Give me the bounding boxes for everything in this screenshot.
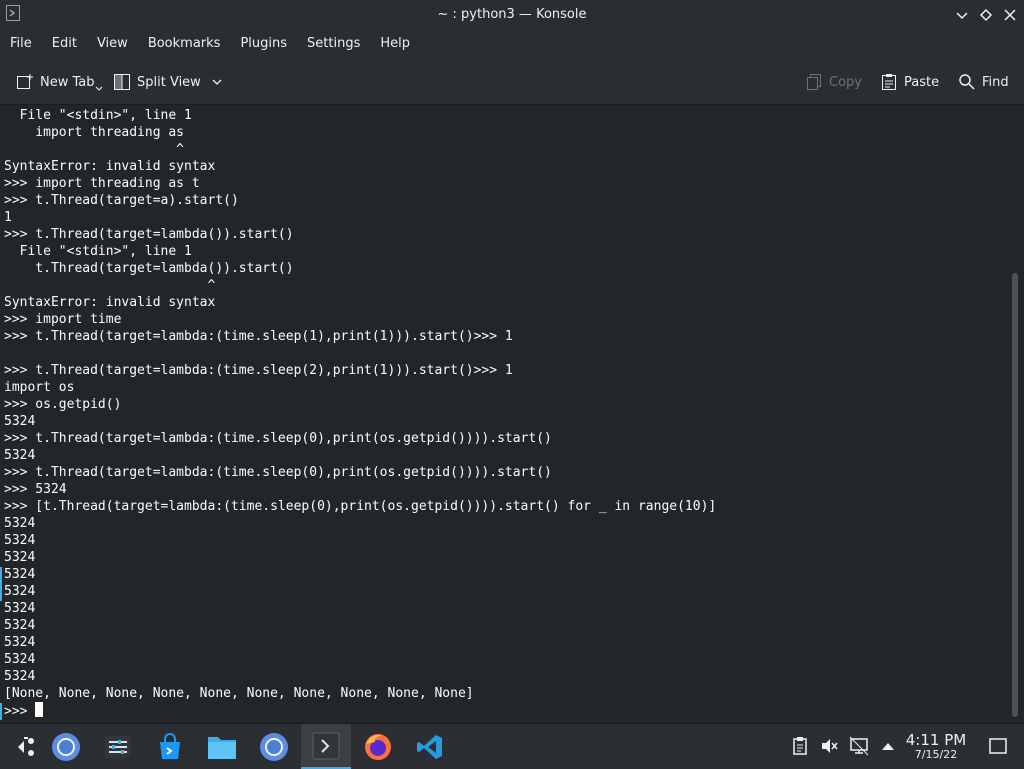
terminal-line: >>> 5324 [4,482,67,497]
terminal-line: 5324 [4,669,36,684]
terminal-line: >>> t.Thread(target=lambda:(time.sleep(2… [4,363,513,378]
maximize-button[interactable] [978,7,994,23]
task-chromium[interactable] [249,724,299,769]
task-konsole[interactable] [301,724,351,769]
chromium-icon [260,732,288,761]
terminal-line: [None, None, None, None, None, None, Non… [4,686,474,701]
settings-icon [105,735,131,758]
task-vscode[interactable] [405,724,455,769]
task-chromium[interactable] [41,724,91,769]
terminal-icon [312,732,340,759]
firefox-icon [365,733,391,760]
close-button[interactable] [1002,7,1018,23]
split-view-button[interactable]: Split View [113,67,229,97]
terminal-line: SyntaxError: invalid syntax [4,159,216,174]
terminal-line: >>> import time [4,312,122,327]
terminal-line: 5324 [4,550,36,565]
task-system-settings[interactable] [93,724,143,769]
store-bag-icon [160,732,180,759]
folder-icon [208,736,236,759]
copy-button[interactable]: Copy [805,67,862,97]
terminal-line: >>> os.getpid() [4,397,122,412]
chevron-down-icon [212,79,222,85]
show-desktop-icon[interactable] [988,736,1008,756]
new-tab-label: New Tab [40,74,95,90]
menu-view[interactable]: View [87,29,138,59]
vscode-icon [417,734,442,759]
terminal-view[interactable]: File "<stdin>", line 1 import threading … [0,105,1008,723]
clock-date[interactable]: 7/15/22 [900,748,972,761]
terminal-line: 5324 [4,567,36,582]
chevron-down-icon [95,86,102,91]
terminal-line: 1 [4,210,12,225]
paste-button[interactable]: Paste [880,67,939,97]
terminal-line: 5324 [4,584,36,599]
split-view-icon [114,74,130,90]
menu-settings[interactable]: Settings [297,29,370,59]
chromium-icon [52,732,80,761]
terminal-line: 5324 [4,448,36,463]
terminal-line: SyntaxError: invalid syntax [4,295,216,310]
terminal-line: >>> import threading as t [4,176,200,191]
terminal-line: 5324 [4,516,36,531]
terminal-prompt: >>> [4,704,36,719]
new-tab-button[interactable]: New Tab [16,67,109,97]
terminal-line: 5324 [4,414,36,429]
terminal-line: 5324 [4,635,36,650]
title-bar: ~ : python3 — Konsole [0,0,1024,29]
terminal-line: >>> t.Thread(target=lambda:(time.sleep(0… [4,465,552,480]
terminal-line: import os [4,380,75,395]
find-button[interactable]: Find [958,67,1009,97]
task-firefox[interactable] [353,724,403,769]
split-view-label: Split View [137,74,201,90]
menu-plugins[interactable]: Plugins [230,29,297,59]
launcher-icon [18,736,34,756]
volume-muted-icon[interactable] [819,736,839,756]
clock-time[interactable]: 4:11 PM [900,731,972,749]
terminal-line: import threading as [4,125,185,140]
terminal-line: >>> t.Thread(target=a).start() [4,193,239,208]
window-title: ~ : python3 — Konsole [437,7,587,22]
paste-label: Paste [904,74,940,90]
task-discover-store[interactable] [145,724,195,769]
terminal-line: t.Thread(target=lambda()).start() [4,261,294,276]
taskbar [0,723,1024,769]
terminal-line: >>> t.Thread(target=lambda:(time.sleep(1… [4,329,513,344]
search-icon [959,74,975,90]
terminal-output: File "<stdin>", line 1 import threading … [4,107,716,720]
terminal-line: >>> t.Thread(target=lambda()).start() [4,227,294,242]
menu-bookmarks[interactable]: Bookmarks [138,29,231,59]
network-icon[interactable] [849,736,869,756]
text-cursor [35,702,44,717]
menu-help[interactable]: Help [370,29,420,59]
terminal-line: ^ [4,142,185,157]
toolbar: New Tab Split View Copy Paste Find [0,59,1024,105]
copy-label: Copy [829,74,862,90]
terminal-scrollbar[interactable] [1008,105,1024,723]
menu-bar: File Edit View Bookmarks Plugins Setting… [0,29,1024,59]
terminal-line: 5324 [4,618,36,633]
terminal-line: 5324 [4,601,36,616]
copy-icon [807,74,821,90]
menu-edit[interactable]: Edit [42,29,87,59]
terminal-line: 5324 [4,652,36,667]
minimize-button[interactable] [954,7,970,23]
scrollbar-thumb[interactable] [1012,273,1018,717]
find-label: Find [982,74,1009,90]
new-tab-icon [17,74,33,89]
paste-icon [882,74,896,90]
menu-file[interactable]: File [0,29,42,59]
terminal-line: File "<stdin>", line 1 [4,108,192,123]
terminal-line: ^ [4,278,216,293]
clipboard-icon[interactable] [790,736,810,756]
show-hidden-icons-arrow[interactable] [878,736,898,756]
highlight-marker [0,703,2,720]
terminal-line: >>> t.Thread(target=lambda:(time.sleep(0… [4,431,552,446]
terminal-line: >>> [t.Thread(target=lambda:(time.sleep(… [4,499,717,514]
task-file-manager[interactable] [197,724,247,769]
highlight-marker [0,567,2,601]
terminal-line: 5324 [4,533,36,548]
terminal-line: File "<stdin>", line 1 [4,244,192,259]
